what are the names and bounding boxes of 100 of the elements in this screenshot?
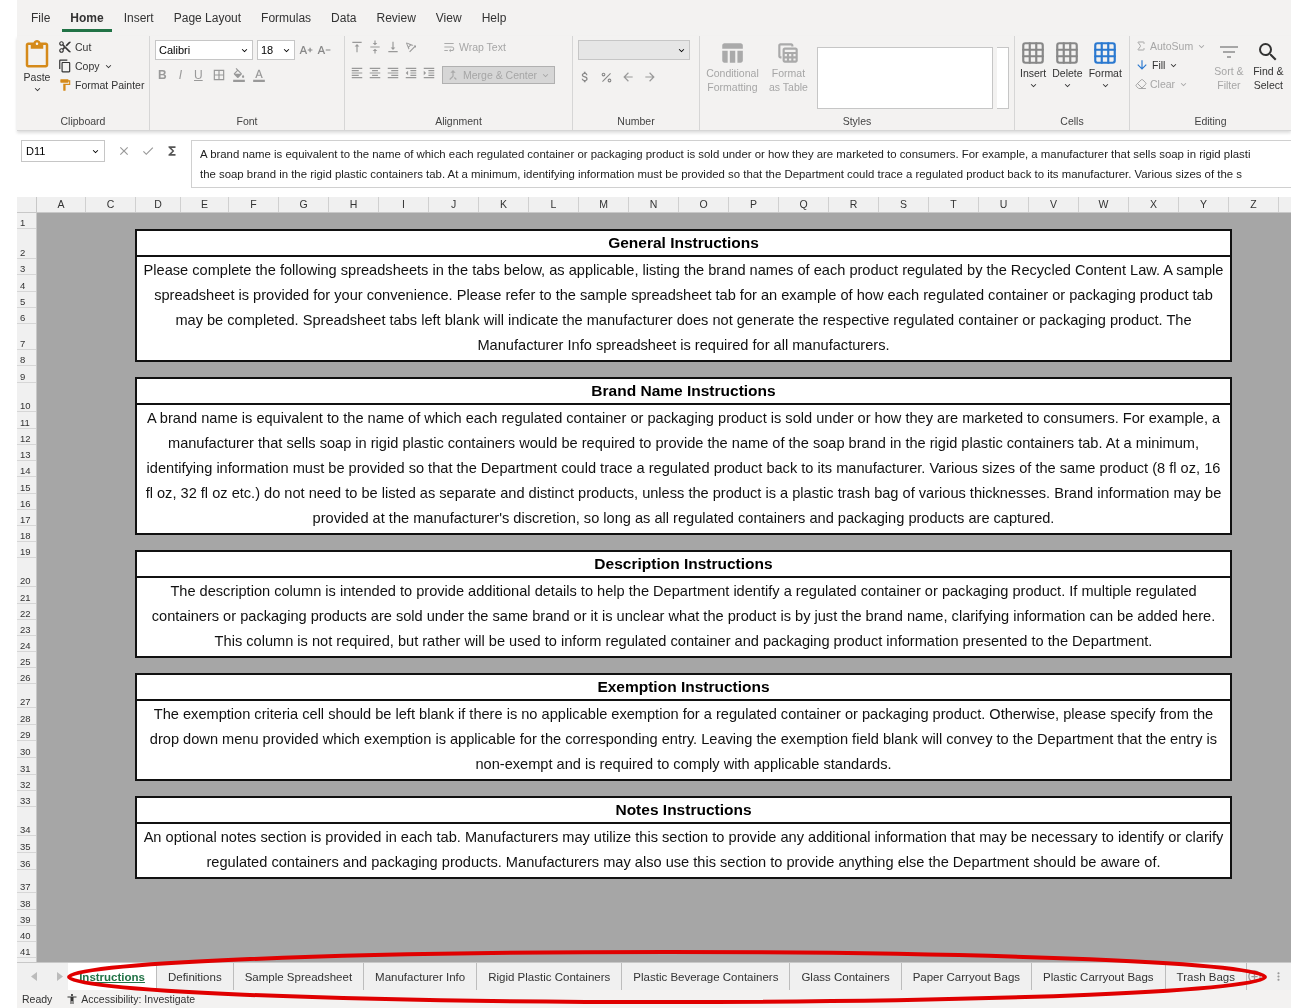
row-header[interactable]: 11 [17,412,36,429]
row-header[interactable]: 17 [17,510,36,526]
group-label: Alignment [434,115,483,129]
row-header[interactable]: 24 [17,636,36,652]
fill-bucket-icon [231,68,246,82]
column-header[interactable]: H [329,197,379,212]
copy-button[interactable]: Copy [58,59,145,73]
row-header[interactable]: 20 [17,558,36,587]
row-header[interactable]: 14 [17,461,36,477]
number-format-field[interactable] [578,40,690,60]
row-header[interactable]: 37 [17,870,36,893]
ribbon-tab[interactable]: Home [62,4,112,32]
row-header[interactable]: 29 [17,725,36,741]
column-header[interactable]: K [479,197,529,212]
status-text: Ready [22,993,53,1005]
row-header[interactable]: 38 [17,893,36,910]
column-header[interactable]: T [929,197,979,212]
column-header[interactable]: J [429,197,479,212]
scroll-left-icon[interactable] [31,972,37,981]
row-header[interactable]: 26 [17,668,36,684]
ribbon-tab[interactable]: Help [473,4,515,32]
formula-field[interactable]: A brand name is equivalent to the name of which each regulated container or packaging product is sold under or how they are marketed to consumers. For example, a manufacturer that sells soap in rigid plasti the soap brand in the rigid plastic containers tab. At a minimum, identifying information must be provided so that the Department could trace a regulated product back to its manufacturer. Various sizes of the s [191,140,1291,188]
column-header[interactable]: Q [779,197,829,212]
row-header[interactable]: 21 [17,587,36,604]
styles-gallery[interactable] [817,46,993,109]
font-name-field[interactable]: Calibri [155,40,253,60]
row-header[interactable]: 19 [17,542,36,558]
cut-button[interactable]: Cut [58,40,145,54]
row-header[interactable]: 1 [17,213,36,229]
column-header[interactable]: P [729,197,779,212]
accessibility-status[interactable]: Accessibility: Investigate [66,993,196,1005]
ribbon-tab[interactable]: Page Layout [165,4,250,32]
name-box[interactable]: D11 [21,140,105,162]
ribbon-tab[interactable]: Formulas [253,4,320,32]
row-header[interactable]: 16 [17,494,36,510]
find-select-button[interactable]: Find & Select [1250,40,1286,115]
column-header[interactable]: X [1129,197,1179,212]
font-size-field[interactable]: 18 [257,40,295,60]
column-header[interactable]: L [529,197,579,212]
row-header[interactable]: 27 [17,684,36,708]
row-header[interactable]: 35 [17,836,36,853]
column-header[interactable]: D [136,197,181,212]
row-header[interactable]: 15 [17,477,36,494]
ribbon-tab[interactable]: View [427,4,470,32]
box-text: Please complete the following spreadsheets in the tabs below, as applicable, listing the brand names of each product regulated by the Recycled Content Law. A sample spreadsheet is provided for your convenience. Please refer to the sample spreadsheet tab for an example of how each regulated container or packaging product tab may be completed. Spreadsheet tabs left blank will indicate the manufacturer does not generate the respective regulated container or packaging product. The Manufacturer Info spreadsheet is required for all manufacturers. [142,261,1225,355]
row-header[interactable]: 4 [17,275,36,292]
row-header[interactable]: 40 [17,926,36,942]
row-header[interactable]: 8 [17,350,36,366]
paste-button[interactable]: Paste [22,40,52,115]
column-header[interactable]: Z [1229,197,1279,212]
row-header[interactable]: 39 [17,910,36,926]
column-header[interactable]: I [379,197,429,212]
row-header[interactable]: 25 [17,652,36,668]
fill-button[interactable]: Fill [1135,58,1208,72]
row-header[interactable]: 18 [17,526,36,542]
column-header[interactable]: A [37,197,86,212]
gallery-scrollbar[interactable] [997,46,1009,109]
row-header[interactable]: 3 [17,259,36,275]
column-header[interactable]: S [879,197,929,212]
row-header[interactable]: 22 [17,604,36,620]
column-header[interactable]: W [1079,197,1129,212]
ribbon-tab[interactable]: File [23,4,59,32]
cells-button[interactable]: Format [1088,40,1122,115]
row-header[interactable]: 41 [17,942,36,958]
row-header[interactable]: 23 [17,620,36,636]
column-header[interactable]: Y [1179,197,1229,212]
column-header[interactable]: V [1029,197,1079,212]
column-header[interactable]: N [629,197,679,212]
row-header[interactable]: 30 [17,741,36,758]
column-header[interactable]: C [86,197,136,212]
cells-button[interactable]: Delete [1052,40,1083,115]
group-label: Editing [1193,115,1228,129]
format-painter-button[interactable]: Format Painter [58,78,145,92]
column-header[interactable]: O [679,197,729,212]
ribbon-tab[interactable]: Data [323,4,365,32]
row-header[interactable]: 28 [17,708,36,725]
row-header[interactable]: 9 [17,366,36,383]
row-header[interactable]: 2 [17,229,36,259]
scroll-right-icon[interactable] [57,972,63,981]
row-header[interactable]: 34 [17,807,36,836]
row-header[interactable]: 36 [17,853,36,870]
ribbon-tab[interactable]: Review [368,4,424,32]
row-header[interactable]: 12 [17,429,36,445]
row-header[interactable]: 32 [17,775,36,791]
row-header[interactable]: 13 [17,445,36,461]
column-header[interactable]: E [181,197,229,212]
column-header[interactable]: M [579,197,629,212]
row-header[interactable]: 10 [17,383,36,412]
column-header[interactable]: F [229,197,279,212]
column-header[interactable]: R [829,197,879,212]
row-header[interactable]: 6 [17,308,36,324]
row-header[interactable]: 33 [17,791,36,807]
cells-button[interactable]: Insert [1020,40,1047,115]
row-header[interactable]: 7 [17,324,36,350]
row-header[interactable]: 5 [17,292,36,308]
column-header[interactable]: U [979,197,1029,212]
ribbon-tab[interactable]: Insert [115,4,162,32]
accessibility-icon [66,993,79,1005]
row-header[interactable]: 31 [17,758,36,775]
column-header[interactable]: G [279,197,329,212]
